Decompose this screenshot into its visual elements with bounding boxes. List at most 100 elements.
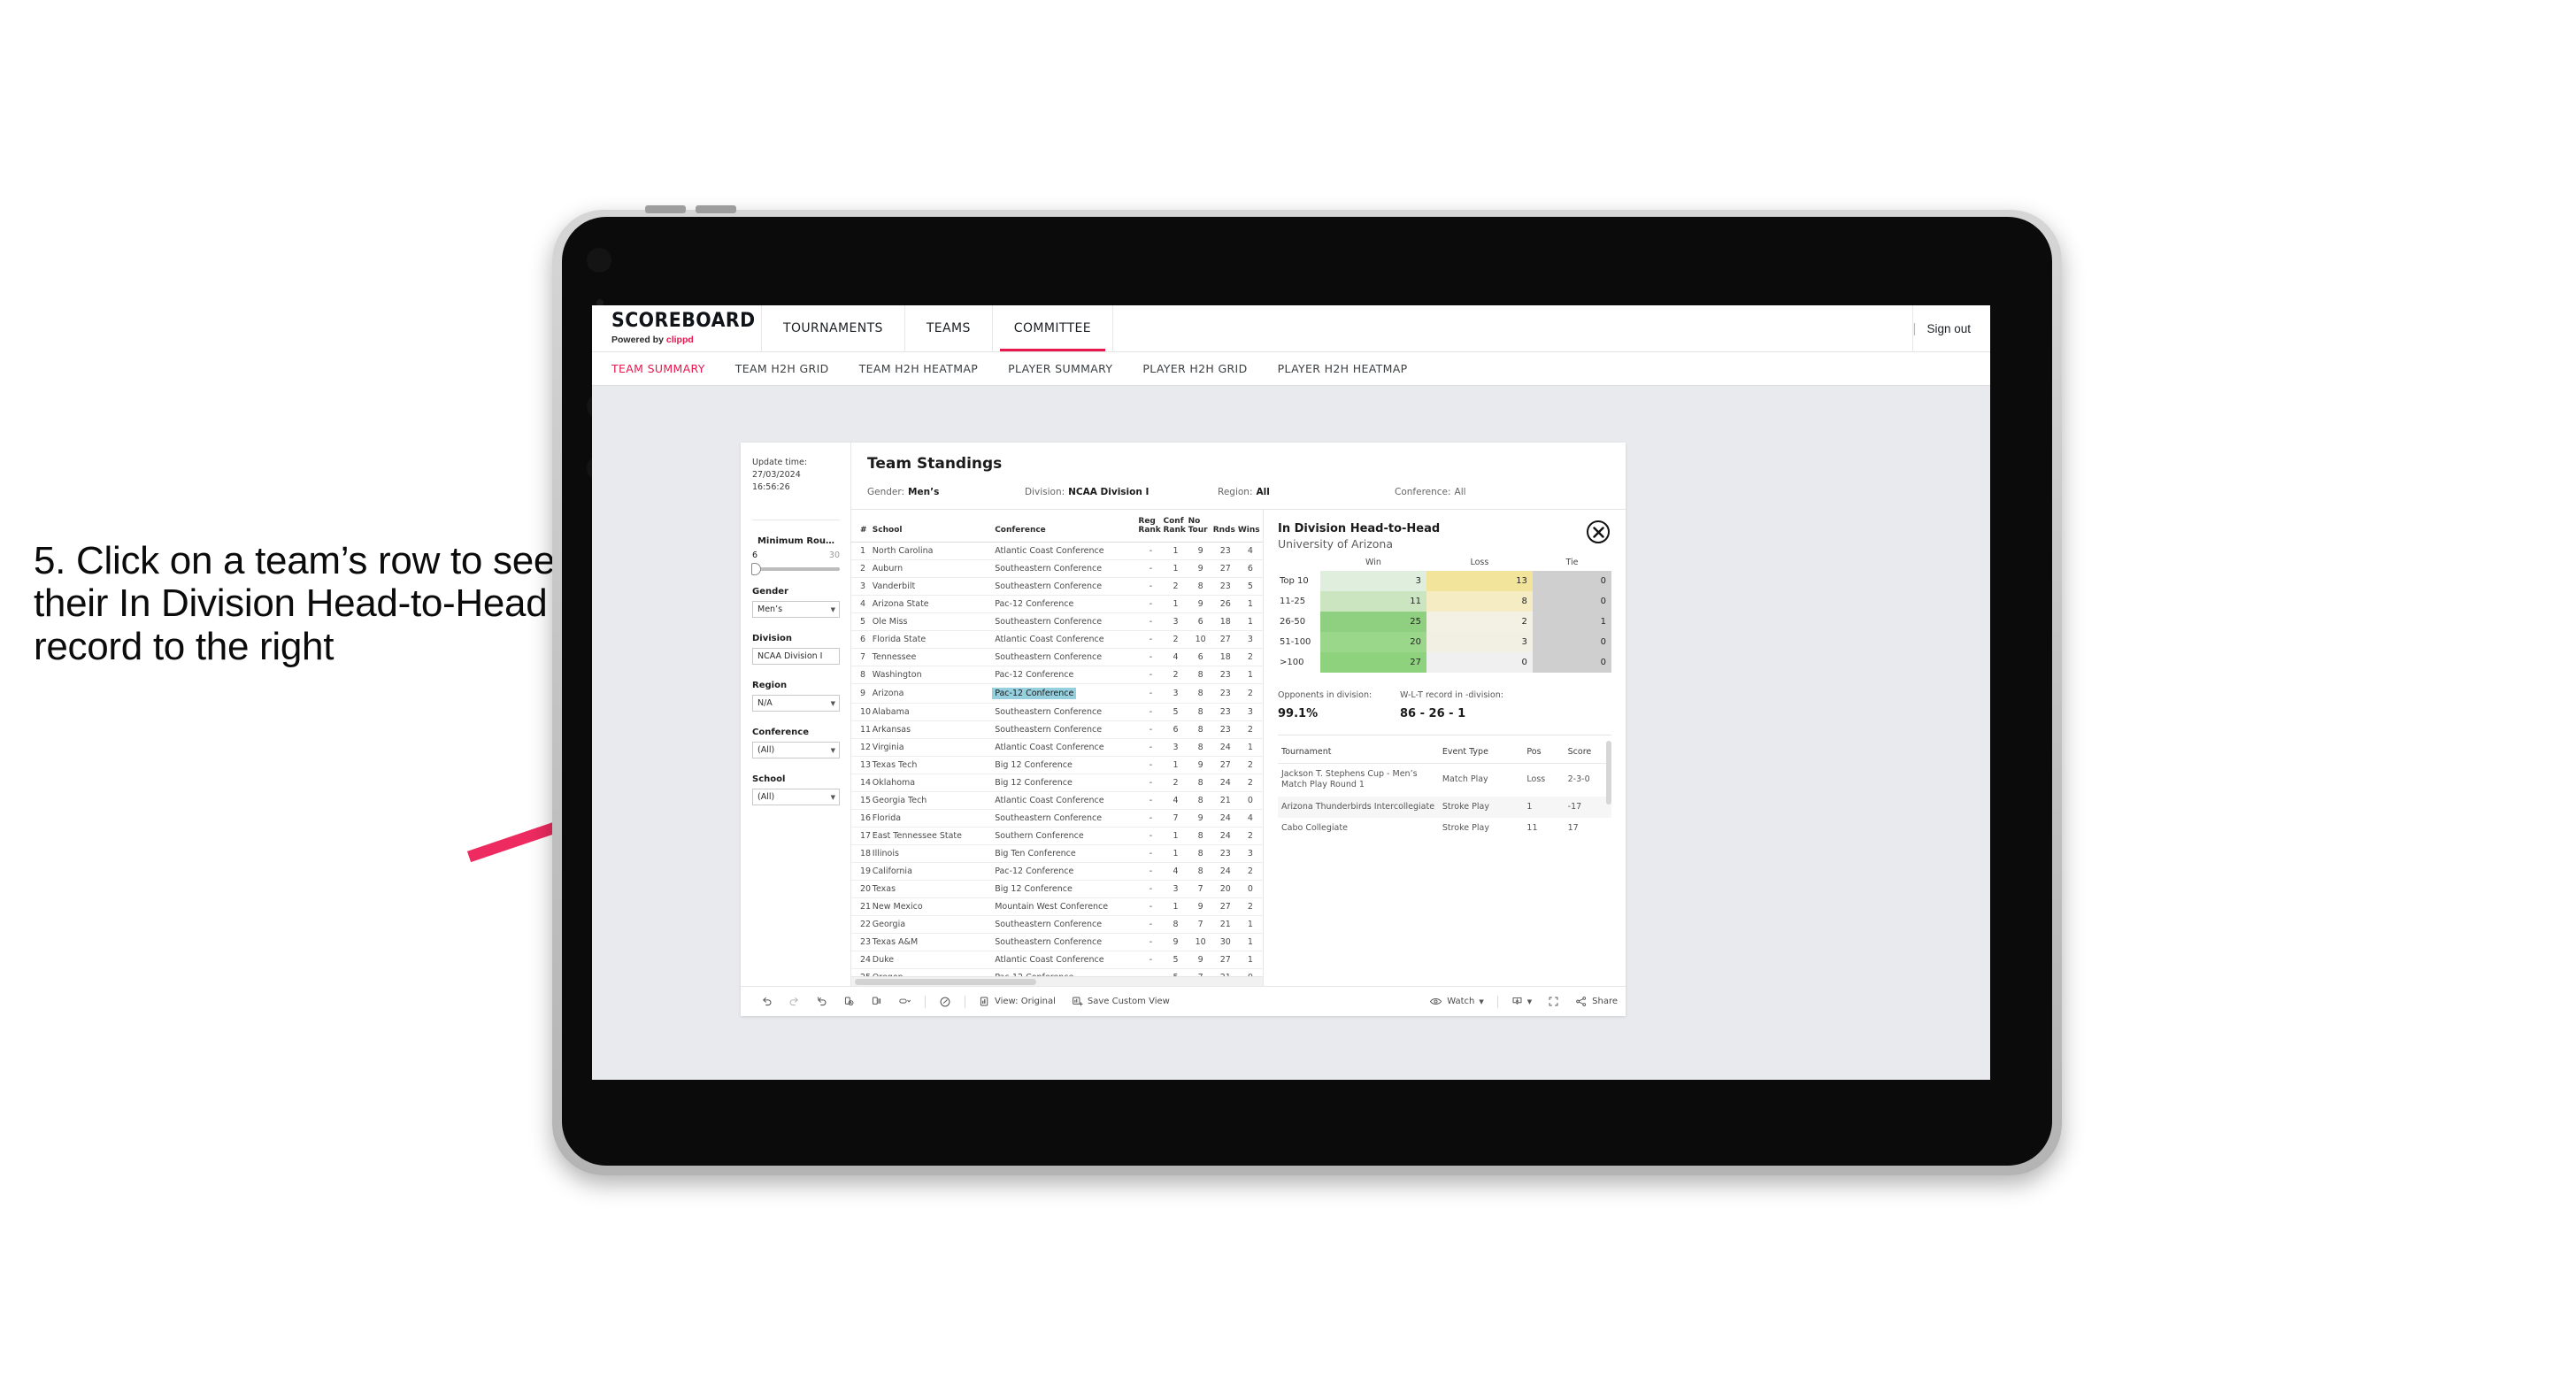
cell-school: Texas [872,880,996,898]
highlight-icon[interactable] [890,996,919,1007]
col-wins[interactable]: Wins [1237,510,1263,543]
cell-no-tour: 9 [1188,951,1213,969]
col-rank[interactable]: # [851,510,873,543]
table-row[interactable]: 21 New Mexico Mountain West Conference -1 9 2… [851,897,1263,916]
brand-logo[interactable]: SCOREBOARD Powered by clippd [592,305,762,351]
h2h-row-label: >100 [1278,652,1320,673]
view-original-button[interactable]: View: Original [971,996,1064,1007]
revert-icon[interactable] [808,996,835,1007]
col-pos[interactable]: Pos [1523,741,1565,764]
table-row[interactable]: 19 California Pac-12 Conference -4 8 24 2 [851,862,1263,881]
cell-rnds: 27 [1212,756,1238,774]
cell-rnds: 24 [1212,774,1238,792]
col-school[interactable]: School [872,510,996,543]
table-row[interactable]: 24 Duke Atlantic Coast Conference -5 9 27 1 [851,951,1263,969]
subnav-item-player-h2h-grid[interactable]: PLAYER H2H GRID [1142,362,1247,375]
table-row[interactable]: 2 Auburn Southeastern Conference -1 9 27 6 [851,559,1263,578]
table-row[interactable]: 20 Texas Big 12 Conference -3 7 20 0 [851,880,1263,898]
tournament-row[interactable]: Cabo Collegiate Stroke Play 11 17 [1278,818,1611,839]
subnav-item-team-summary[interactable]: TEAM SUMMARY [611,362,705,375]
redo-icon[interactable] [780,996,808,1007]
nav-item-teams[interactable]: TEAMS [905,305,993,351]
download-button[interactable]: ▼ [1503,996,1540,1007]
standings-horizontal-scrollbar[interactable] [851,976,1263,986]
table-row[interactable]: 10 Alabama Southeastern Conference -5 8 23 3 [851,703,1263,721]
table-row[interactable]: 16 Florida Southeastern Conference -7 9 24 4 [851,809,1263,828]
table-row[interactable]: 4 Arizona State Pac-12 Conference -1 9 26 1 [851,595,1263,613]
table-row[interactable]: 14 Oklahoma Big 12 Conference -2 8 24 2 [851,774,1263,792]
table-row[interactable]: 13 Texas Tech Big 12 Conference -1 9 27 2 [851,756,1263,774]
col-no-tour[interactable]: No Tour [1188,510,1213,543]
table-row[interactable]: 7 Tennessee Southeastern Conference -4 6 18 2 [851,648,1263,666]
cell-school: Auburn [872,559,996,578]
table-row[interactable]: 23 Texas A&M Southeastern Conference -9 10 30… [851,933,1263,951]
cell-conference: Atlantic Coast Conference [995,951,1139,969]
tournament-scrollbar[interactable] [1606,741,1611,805]
table-row[interactable]: 11 Arkansas Southeastern Conference -6 8 23 2 [851,720,1263,739]
col-conference[interactable]: Conference [995,510,1139,543]
table-row[interactable]: 18 Illinois Big Ten Conference -1 8 23 3 [851,844,1263,863]
tournament-row[interactable]: Arizona Thunderbirds Intercollegiate Stro… [1278,796,1611,819]
table-row[interactable]: 9 Arizona Pac-12 Conference -3 8 23 2 [851,683,1263,704]
min-rounds-slider-handle[interactable] [751,563,761,576]
division-select[interactable]: NCAA Division I [752,648,840,666]
min-rounds-slider[interactable] [751,563,840,576]
cell-reg-rank: - [1138,559,1164,578]
col-tournament[interactable]: Tournament [1278,741,1439,764]
table-row[interactable]: 1 North Carolina Atlantic Coast Conference… [851,542,1263,560]
cell-conference: Big 12 Conference [995,774,1139,792]
save-custom-view-button[interactable]: Save Custom View [1064,996,1178,1007]
region-select[interactable]: N/A ▼ [752,695,840,712]
cell-reg-rank: - [1138,612,1164,631]
visualization-area: Update time: 27/03/2024 16:56:26 Minimum… [592,386,1990,1080]
conference-select[interactable]: (All) ▼ [752,742,840,759]
cell-conference: Pac-12 Conference [995,595,1139,613]
cell-pos: 11 [1526,823,1538,834]
cell-school: North Carolina [872,542,996,560]
table-row[interactable]: 6 Florida State Atlantic Coast Conference -… [851,630,1263,649]
h2h-header-row: Win Loss Tie [1278,558,1611,571]
cell-rank: 13 [851,756,873,774]
scrollbar-thumb[interactable] [855,979,1036,985]
refresh-data-icon[interactable] [835,996,863,1007]
h2h-cell-loss: 2 [1426,612,1533,632]
table-row[interactable]: 8 Washington Pac-12 Conference -2 8 23 1 [851,666,1263,684]
table-row[interactable]: 12 Virginia Atlantic Coast Conference -3 8 24… [851,738,1263,757]
table-row[interactable]: 15 Georgia Tech Atlantic Coast Conference -… [851,791,1263,810]
h2h-cell-win: 11 [1320,591,1426,612]
col-event-type[interactable]: Event Type [1438,741,1524,764]
table-row[interactable]: 3 Vanderbilt Southeastern Conference -2 8 23 5 [851,577,1263,596]
nav-item-tournaments[interactable]: TOURNAMENTS [762,305,905,351]
col-score[interactable]: Score [1564,741,1611,764]
gender-select[interactable]: Men’s ▼ [752,601,840,619]
cell-reg-rank: - [1138,756,1164,774]
tournament-row[interactable]: Jackson T. Stephens Cup - Men’s Match Pl… [1278,764,1611,797]
school-select[interactable]: (All) ▼ [752,789,840,806]
undo-icon[interactable] [753,996,780,1007]
subnav-item-player-h2h-heatmap[interactable]: PLAYER H2H HEATMAP [1278,362,1408,375]
close-icon[interactable] [1587,520,1610,543]
table-row[interactable]: 25OregonPac-12 Conference-57210 [851,968,1263,976]
table-row[interactable]: 5 Ole Miss Southeastern Conference -3 6 18 1 [851,612,1263,631]
sign-out-link[interactable]: Sign out [1926,322,1971,335]
subnav-item-player-summary[interactable]: PLAYER SUMMARY [1008,362,1112,375]
col-conf-rank[interactable]: Conf Rank [1163,510,1188,543]
subnav-item-team-h2h-grid[interactable]: TEAM H2H GRID [735,362,829,375]
subnav-item-team-h2h-heatmap[interactable]: TEAM H2H HEATMAP [859,362,979,375]
col-rnds[interactable]: Rnds [1212,510,1238,543]
watch-button[interactable]: Watch ▼ [1421,996,1492,1007]
table-row[interactable]: 22 Georgia Southeastern Conference -8 7 21 1 [851,915,1263,934]
alerts-icon[interactable] [931,996,959,1008]
pause-updates-icon[interactable] [863,996,890,1007]
col-reg-rank[interactable]: Reg Rank [1138,510,1164,543]
cell-school: Arizona [872,683,996,704]
cell-no-tour: 6 [1188,612,1213,631]
h2h-cell-loss: 8 [1426,591,1533,612]
table-row[interactable]: 17 East Tennessee State Southern Conferenc… [851,827,1263,845]
standings-table-scroll[interactable]: # School Conference Reg Rank Conf Rank No T… [851,510,1263,976]
nav-item-committee[interactable]: COMMITTEE [993,305,1114,351]
cell-rnds: 21 [1212,915,1238,934]
cell-conf-rank: 8 [1163,915,1188,934]
fullscreen-icon[interactable] [1540,996,1567,1007]
share-button[interactable]: Share [1567,996,1626,1007]
